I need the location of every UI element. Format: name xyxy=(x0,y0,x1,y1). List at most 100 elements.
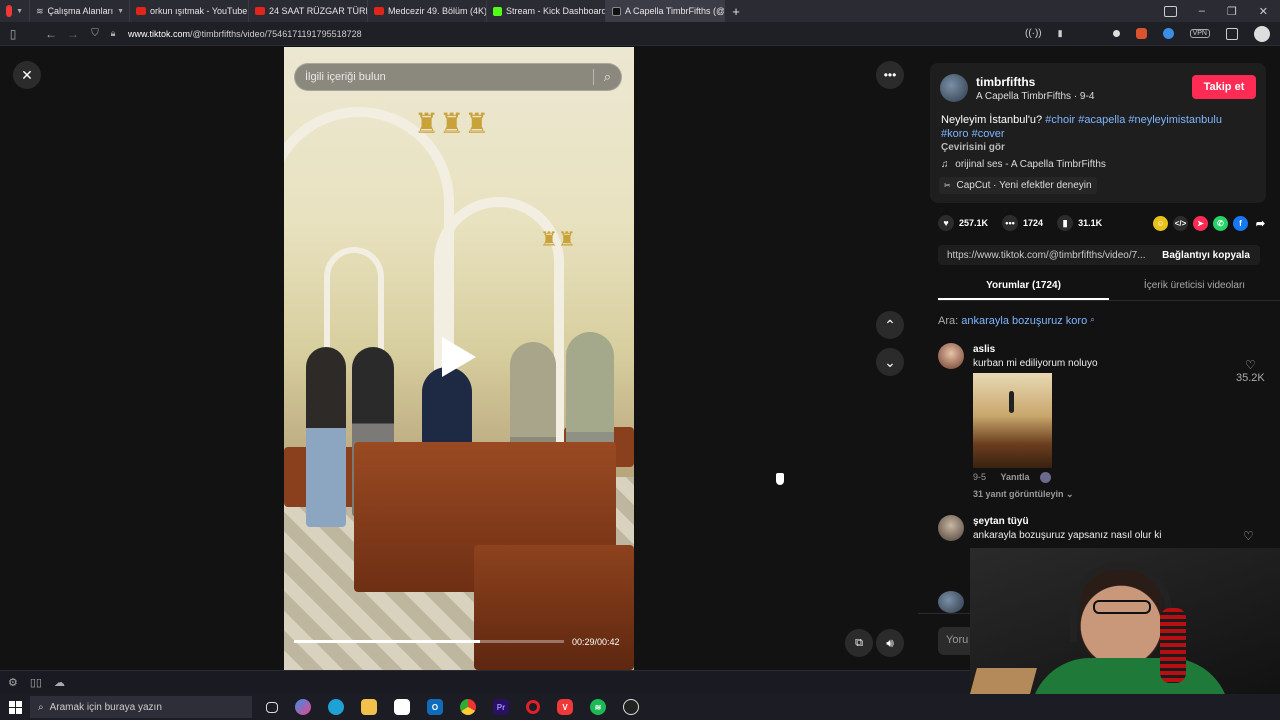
share-arrow-icon[interactable]: ➦ xyxy=(1253,216,1268,231)
task-view-icon[interactable] xyxy=(266,701,278,713)
follow-button[interactable]: Takip et xyxy=(1192,75,1256,99)
store-icon[interactable] xyxy=(394,699,410,715)
kick-icon xyxy=(493,6,502,16)
windows-start-icon[interactable] xyxy=(9,700,22,714)
windows-search-box[interactable]: ⌕ Aramak için buraya yazın xyxy=(30,696,252,718)
edge-icon[interactable] xyxy=(328,699,344,715)
video-progress-bar[interactable] xyxy=(294,640,564,643)
translate-link[interactable]: Çevirisini gör xyxy=(941,142,1005,153)
comment-input-placeholder: Yoru xyxy=(946,634,969,646)
broadcast-icon[interactable]: ((·)) xyxy=(1025,28,1042,39)
tab-creator-videos[interactable]: İçerik üreticisi videoları xyxy=(1109,275,1280,300)
extension-blue-icon[interactable] xyxy=(1162,28,1174,39)
cloud-icon[interactable]: ☁ xyxy=(54,676,65,689)
sound-label: orijinal ses - A Capella TimbrFifths xyxy=(955,159,1106,170)
back-icon[interactable]: ← xyxy=(42,27,60,41)
close-video-button[interactable]: ✕ xyxy=(13,61,41,89)
new-tab-button[interactable]: + xyxy=(725,0,747,22)
next-video-button[interactable]: ⌄ xyxy=(876,348,904,376)
spotify-icon[interactable]: ≋ xyxy=(590,699,606,715)
sidebar-toggle-icon[interactable]: ▯ xyxy=(4,27,22,41)
sound-row[interactable]: ♫ orijinal ses - A Capella TimbrFifths xyxy=(941,159,1106,170)
hashtag-links[interactable]: #choir #acapella #neyleyimistanbulu xyxy=(1045,114,1222,126)
browser-menu-button[interactable]: ▼ xyxy=(0,0,30,22)
chrome-icon[interactable] xyxy=(460,699,476,715)
comment-tabs: Yorumlar (1724) İçerik üreticisi videola… xyxy=(938,275,1280,301)
forward-icon[interactable]: → xyxy=(64,27,82,41)
facebook-icon[interactable]: f xyxy=(1233,215,1248,231)
comment-avatar[interactable] xyxy=(938,343,964,369)
comment-like-count: 35.2K xyxy=(1236,372,1265,384)
like-button[interactable]: ♥ 257.1K xyxy=(938,215,988,231)
heart-outline-icon: ♡ xyxy=(1244,358,1256,372)
tab-youtube-medcezir[interactable]: Medcezir 49. Bölüm (4K) - xyxy=(368,0,487,22)
premiere-icon[interactable]: Pr xyxy=(493,699,509,715)
comment-username[interactable]: aslis xyxy=(973,344,1233,355)
heart-outline-icon[interactable]: ♡ xyxy=(1243,529,1254,543)
comment-item: aslis kurban mi ediliyorum noluyo 9-5 Ya… xyxy=(973,344,1233,500)
save-button[interactable]: ▮ 31.1K xyxy=(1057,215,1102,231)
tiling-icon[interactable]: ▯▯ xyxy=(30,676,42,689)
settings-icon[interactable]: ⚙ xyxy=(8,676,18,689)
author-display-name: A Capella TimbrFifths · 9-4 xyxy=(976,91,1095,102)
mouse-cursor-icon xyxy=(776,473,784,485)
outlook-icon[interactable]: O xyxy=(427,699,443,715)
comment-icon: ••• xyxy=(1002,215,1019,231)
tab-youtube-orkun[interactable]: orkun ışıtmak - YouTube xyxy=(130,0,249,22)
view-replies-button[interactable]: 31 yanıt görüntüleyin ⌄ xyxy=(973,489,1233,500)
reply-button[interactable]: Yanıtla xyxy=(1001,472,1030,482)
file-explorer-icon[interactable] xyxy=(361,699,377,715)
share-friends-icon[interactable]: ☺ xyxy=(1153,215,1168,231)
previous-video-button[interactable]: ⌃ xyxy=(876,311,904,339)
send-icon[interactable]: ➤ xyxy=(1193,215,1208,231)
play-icon[interactable] xyxy=(442,337,476,377)
whatsapp-icon[interactable]: ✆ xyxy=(1213,215,1228,231)
search-icon: ⌕ xyxy=(38,701,44,713)
profile-avatar-icon[interactable] xyxy=(1254,25,1270,42)
restore-icon[interactable]: ❐ xyxy=(1227,5,1237,18)
bookmark-icon[interactable]: ▮ xyxy=(1058,28,1063,39)
tab-youtube-turbine[interactable]: 24 SAAT RÜZGAR TÜRBİNİ xyxy=(249,0,368,22)
tab-title: A Capella TimbrFifths (@tin xyxy=(625,6,725,16)
close-window-icon[interactable]: ✕ xyxy=(1259,5,1268,18)
mail-icon[interactable] xyxy=(1163,5,1177,17)
workspaces-button[interactable]: ≋ Çalışma Alanları ▼ xyxy=(30,0,130,22)
vivaldi-icon[interactable]: V xyxy=(557,699,573,715)
extension-dot-icon[interactable] xyxy=(1112,30,1120,37)
capcut-row[interactable]: ✂ CapCut · Yeni efektler deneyin xyxy=(939,177,1097,194)
search-icon[interactable]: ⌕ xyxy=(604,69,611,85)
url-field[interactable]: www.tiktok.com/@timbrfifths/video/754617… xyxy=(128,29,362,39)
tab-title: 24 SAAT RÜZGAR TÜRBİNİ xyxy=(269,6,367,16)
copilot-icon[interactable] xyxy=(295,699,311,715)
tab-tiktok[interactable]: A Capella TimbrFifths (@tin xyxy=(606,0,725,22)
video-player[interactable]: ♜♜♜ ♜♜ İlgili içeriği bulun ⌕ 00:29/00:4… xyxy=(284,47,634,670)
video-link-url[interactable]: https://www.tiktok.com/@timbrfifths/vide… xyxy=(938,250,1152,261)
minimize-icon[interactable]: – xyxy=(1199,5,1205,17)
hashtag-links[interactable]: #koro #cover xyxy=(941,128,1005,140)
tab-comments[interactable]: Yorumlar (1724) xyxy=(938,275,1109,300)
comment-date: 9-5 xyxy=(973,472,987,482)
tab-kick-dashboard[interactable]: Stream - Kick Dashboard xyxy=(487,0,606,22)
comment-like-button[interactable]: ♡ 35.2K xyxy=(1236,358,1265,384)
comment-avatar[interactable] xyxy=(938,591,964,613)
volume-icon: 🔊︎ xyxy=(886,635,894,650)
copy-link-button[interactable]: Bağlantıyı kopyala xyxy=(1152,250,1260,261)
shield-icon[interactable]: ⛉ xyxy=(86,28,104,39)
extensions-icon[interactable] xyxy=(1226,27,1238,40)
more-options-button[interactable]: ••• xyxy=(876,61,904,89)
obs-icon[interactable] xyxy=(623,699,639,715)
author-avatar[interactable] xyxy=(940,74,968,102)
embed-icon[interactable]: </> xyxy=(1173,215,1188,231)
opera-icon[interactable] xyxy=(526,700,540,714)
related-search-input[interactable]: İlgili içeriği bulun ⌕ xyxy=(294,63,622,91)
comment-button[interactable]: ••• 1724 xyxy=(1002,215,1043,231)
extension-red-icon[interactable] xyxy=(1135,28,1147,39)
related-search-link[interactable]: Ara: ankarayla bozuşuruz koro ⌕ xyxy=(938,315,1095,327)
volume-button[interactable]: 🔊︎ xyxy=(876,629,904,657)
author-username[interactable]: timbrfifths xyxy=(976,75,1035,89)
pip-button[interactable]: ⧉ xyxy=(845,629,873,657)
comment-avatar[interactable] xyxy=(938,515,964,541)
vpn-button[interactable]: VPN xyxy=(1189,29,1210,38)
comment-username[interactable]: şeytan tüyü xyxy=(973,516,1233,527)
comment-image[interactable] xyxy=(973,373,1052,468)
